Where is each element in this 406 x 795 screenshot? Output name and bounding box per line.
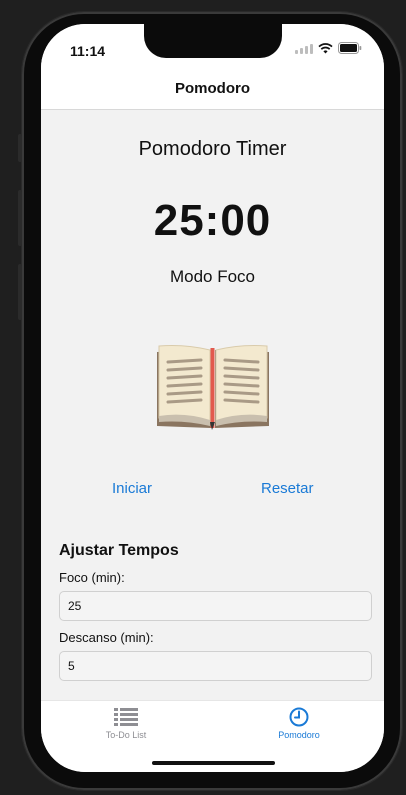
notch: [144, 24, 282, 58]
clock-icon: [289, 707, 309, 727]
open-book-icon: [157, 345, 269, 430]
break-minutes-input[interactable]: [59, 651, 372, 681]
status-time: 11:14: [70, 43, 106, 59]
mute-switch: [18, 134, 22, 162]
tab-pomodoro-label: Pomodoro: [278, 730, 320, 740]
timer-display: 25:00: [153, 196, 272, 245]
list-icon: [114, 708, 138, 726]
home-indicator: [152, 761, 275, 765]
pomodoro-content: Pomodoro Timer 25:00 Modo Foco Iniciar R…: [41, 110, 384, 700]
settings-section-title: Ajustar Tempos: [59, 542, 179, 559]
tab-pomodoro[interactable]: Pomodoro: [239, 707, 359, 740]
page-title: Pomodoro Timer: [138, 138, 287, 160]
start-button[interactable]: Iniciar: [112, 480, 152, 497]
focus-minutes-input[interactable]: [59, 591, 372, 621]
app-screen: 11:14 Pomodoro Pomodoro Timer 25:00 Modo…: [41, 24, 384, 772]
navbar-title: Pomodoro: [175, 80, 250, 97]
tab-todo-label: To-Do List: [105, 730, 147, 740]
status-icons: [295, 42, 362, 54]
signal-icon: [295, 43, 313, 54]
mode-label: Modo Foco: [169, 267, 256, 286]
reset-button[interactable]: Resetar: [261, 480, 314, 497]
volume-down-button: [18, 264, 22, 320]
focus-label: Foco (min):: [59, 570, 125, 585]
tab-todo-list[interactable]: To-Do List: [66, 707, 186, 740]
wifi-icon: [318, 42, 333, 53]
volume-up-button: [18, 190, 22, 246]
navigation-bar: Pomodoro: [41, 68, 384, 110]
break-label: Descanso (min):: [59, 630, 154, 645]
battery-icon: [338, 42, 362, 54]
